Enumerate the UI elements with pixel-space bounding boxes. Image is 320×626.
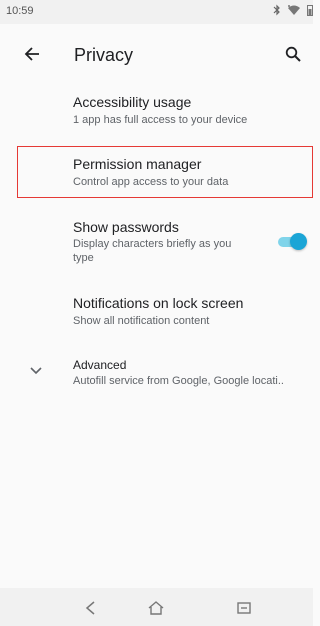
arrow-back-icon xyxy=(24,47,39,61)
back-nav-icon xyxy=(85,601,95,615)
list-item-accessibility-usage[interactable]: Accessibility usage 1 app has full acces… xyxy=(0,84,313,140)
page-title: Privacy xyxy=(74,45,134,65)
nav-recents-button[interactable] xyxy=(233,597,255,619)
status-time: 10:59 xyxy=(6,5,34,17)
item-subtitle: 1 app has full access to your device xyxy=(73,114,248,126)
item-subtitle-line-2: type xyxy=(73,252,94,264)
list-item-notifications-lock-screen[interactable]: Notifications on lock screen Show all no… xyxy=(0,285,313,337)
item-subtitle: Autofill service from Google, Google loc… xyxy=(73,375,284,387)
item-subtitle: Control app access to your data xyxy=(73,176,229,188)
back-button[interactable] xyxy=(18,40,46,68)
bluetooth-icon xyxy=(273,4,281,16)
list-item-show-passwords[interactable]: Show passwords Display characters briefl… xyxy=(0,208,313,270)
item-title: Notifications on lock screen xyxy=(73,295,244,311)
item-title: Show passwords xyxy=(73,219,179,235)
home-nav-icon xyxy=(148,601,164,615)
battery-icon xyxy=(307,4,313,16)
nav-home-button[interactable] xyxy=(145,597,167,619)
item-subtitle: Show all notification content xyxy=(73,315,210,327)
status-bar: 10:59 xyxy=(0,0,313,24)
nav-back-button[interactable] xyxy=(80,597,102,619)
list-item-permission-manager[interactable]: Permission manager Control app access to… xyxy=(0,146,313,198)
show-passwords-toggle[interactable] xyxy=(276,233,307,250)
nav-bar xyxy=(0,588,313,626)
item-title: Advanced xyxy=(73,358,127,372)
list-item-advanced[interactable]: Advanced Autofill service from Google, G… xyxy=(0,350,313,394)
item-title: Permission manager xyxy=(73,156,202,172)
item-subtitle-line-1: Display characters briefly as you xyxy=(73,238,232,250)
item-title: Accessibility usage xyxy=(73,94,192,110)
app-bar: Privacy xyxy=(0,24,313,84)
wifi-icon xyxy=(287,4,301,16)
recents-nav-icon xyxy=(237,602,251,614)
chevron-down-icon xyxy=(28,362,44,378)
toggle-thumb xyxy=(290,233,307,250)
search-icon xyxy=(285,46,301,62)
search-button[interactable] xyxy=(279,40,307,68)
status-icons xyxy=(273,4,313,16)
